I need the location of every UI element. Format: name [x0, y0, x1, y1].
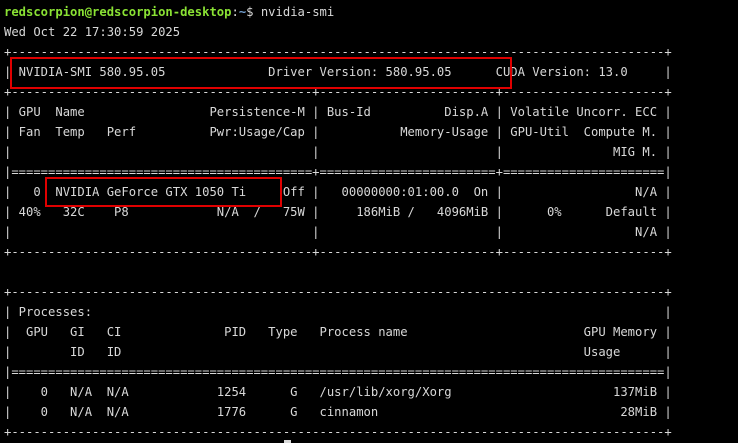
output-line-border-bottom: +---------------------------------------…	[4, 245, 672, 259]
prompt-user-host: redscorpion@redscorpion-desktop	[4, 5, 232, 19]
output-line-proc-border-top: +---------------------------------------…	[4, 285, 672, 299]
output-line-border: +---------------------------------------…	[4, 85, 672, 99]
output-line-proc-header-2: | ID ID Usage |	[4, 345, 672, 359]
output-line-header-2: | Fan Temp Perf Pwr:Usage/Cap | Memory-U…	[4, 125, 672, 139]
output-line-header-1: | GPU Name Persistence-M | Bus-Id Disp.A…	[4, 105, 672, 119]
output-line-process-row: | 0 N/A N/A 1254 G /usr/lib/xorg/Xorg 13…	[4, 385, 672, 399]
output-line-process-row: | 0 N/A N/A 1776 G cinnamon 28MiB |	[4, 405, 672, 419]
prompt-symbol: $	[246, 5, 254, 19]
prompt-command: nvidia-smi	[260, 5, 335, 19]
output-line-proc-border-bottom: +---------------------------------------…	[4, 425, 672, 439]
prompt-line: redscorpion@redscorpion-desktop:~$ nvidi…	[4, 5, 335, 19]
output-line-header-3: | | | MIG M. |	[4, 145, 672, 159]
output-line-proc-separator: |=======================================…	[4, 365, 672, 379]
output-line-gpu-row-3: | | | N/A |	[4, 225, 672, 239]
terminal-window[interactable]: redscorpion@redscorpion-desktop:~$ nvidi…	[0, 0, 738, 443]
output-line-processes-title: | Processes: |	[4, 305, 672, 319]
output-line-versions: | NVIDIA-SMI 580.95.05 Driver Version: 5…	[4, 65, 672, 79]
output-line-date: Wed Oct 22 17:30:59 2025	[4, 25, 181, 39]
output-line-proc-header-1: | GPU GI CI PID Type Process name GPU Me…	[4, 325, 672, 339]
output-line-gpu-row-2: | 40% 32C P8 N/A / 75W | 186MiB / 4096Mi…	[4, 205, 672, 219]
output-line-separator: |=======================================…	[4, 165, 672, 179]
output-line-gpu-row-1: | 0 NVIDIA GeForce GTX 1050 Ti Off | 000…	[4, 185, 672, 199]
output-line-border-top: +---------------------------------------…	[4, 45, 672, 59]
